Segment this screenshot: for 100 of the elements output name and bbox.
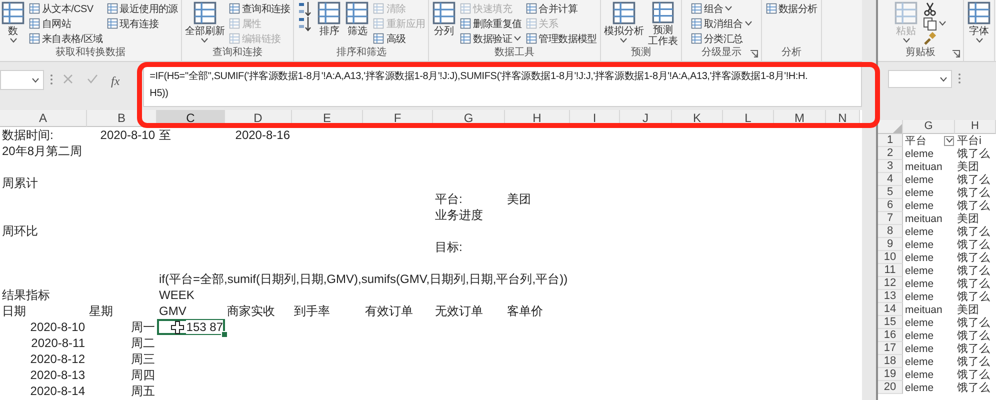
table-cell: meituan bbox=[905, 212, 942, 224]
table-cell: eleme bbox=[905, 174, 934, 186]
table-cell: 2020-8-11 bbox=[31, 336, 85, 350]
table-cell: 饿了么 bbox=[957, 264, 990, 276]
ribbon-button[interactable]: 来自表格/区域 bbox=[28, 31, 104, 46]
table-cell: 饿了么 bbox=[957, 356, 990, 368]
row-number[interactable]: 3 bbox=[878, 160, 903, 173]
ribbon-button[interactable]: 预测 工作表 bbox=[646, 1, 679, 47]
ribbon-button[interactable]: 排序 bbox=[316, 1, 342, 47]
table-cell: eleme bbox=[905, 330, 934, 342]
sheet-icon bbox=[228, 3, 240, 14]
table-cell: 周环比 bbox=[2, 224, 38, 238]
column-header[interactable]: A bbox=[0, 110, 87, 127]
caret-icon bbox=[10, 38, 16, 43]
selected-cell[interactable]: 153 87 bbox=[157, 319, 225, 335]
table-cell: 2020-8-13 bbox=[30, 368, 85, 382]
table-cell: 周累计 bbox=[2, 176, 38, 190]
group-label: 获取和转换数据 bbox=[55, 47, 126, 60]
row-number[interactable]: 13 bbox=[878, 290, 903, 303]
ribbon-button[interactable]: 自网站 bbox=[28, 16, 104, 31]
ribbon-button[interactable]: 最近使用的源 bbox=[106, 1, 179, 16]
ribbon-button[interactable]: 数据分析 bbox=[764, 1, 818, 16]
sheet-icon bbox=[373, 3, 384, 14]
table-cell: 目标: bbox=[435, 240, 462, 254]
row-number[interactable]: 16 bbox=[878, 329, 903, 342]
ribbon-button[interactable]: 从文本/CSV bbox=[28, 1, 104, 16]
group-label: 分级显示 bbox=[701, 47, 742, 60]
caret-icon bbox=[514, 36, 522, 41]
caret-icon bbox=[32, 78, 39, 82]
sheet-icon bbox=[106, 3, 118, 14]
caret-icon bbox=[201, 38, 208, 43]
table-cell: eleme bbox=[905, 148, 934, 160]
ribbon-button[interactable]: 管理数据模型 bbox=[524, 31, 598, 46]
row-number[interactable]: 9 bbox=[878, 238, 903, 251]
row-number[interactable]: 19 bbox=[878, 368, 903, 381]
ribbon-button[interactable]: 筛选 bbox=[344, 1, 370, 47]
column-header[interactable]: H bbox=[955, 120, 996, 134]
launcher-icon[interactable] bbox=[750, 50, 758, 58]
column-header[interactable]: G bbox=[903, 120, 955, 134]
sheet-icon bbox=[526, 18, 537, 29]
table-cell: 日期 bbox=[2, 304, 26, 318]
group-label: 查询和连接 bbox=[212, 47, 263, 60]
sheet-icon bbox=[526, 3, 537, 14]
clipboard-tool[interactable] bbox=[921, 16, 948, 31]
row-number[interactable]: 11 bbox=[878, 264, 903, 277]
table-cell: GMV bbox=[159, 304, 186, 318]
ribbon-button[interactable]: 分列 bbox=[431, 1, 458, 47]
filter-button[interactable] bbox=[944, 136, 954, 146]
table-cell: 有效订单 bbox=[365, 304, 413, 318]
table-cell: 结果指标 bbox=[2, 288, 50, 302]
row-number[interactable]: 12 bbox=[878, 277, 903, 290]
row-number[interactable]: 14 bbox=[878, 303, 903, 316]
table-cell: 数据时间: bbox=[2, 128, 54, 142]
table-cell: 20年8月第二周 bbox=[2, 144, 82, 158]
ribbon-button[interactable]: 现有连接 bbox=[106, 16, 179, 31]
ribbon-button[interactable]: 分类汇总 bbox=[690, 31, 753, 46]
row-number[interactable]: 6 bbox=[878, 199, 903, 212]
row-number[interactable]: 20 bbox=[878, 381, 903, 394]
sheet-icon bbox=[460, 3, 472, 14]
row-number[interactable]: 5 bbox=[878, 186, 903, 199]
insert-function-button[interactable]: fx bbox=[108, 72, 123, 91]
table-cell: 饿了么 bbox=[957, 330, 990, 342]
table-cell: 美团 bbox=[957, 160, 979, 172]
row-number[interactable]: 2 bbox=[878, 147, 903, 160]
formula-text: =IF(H5="全部",SUMIF('拌客源数据1-8月'!A:A,A13,'拌客源数据1-8月'!J:J),SUMIFS('拌客源数据1-8月'!J:J,'拌客源数据1-8月'!A:A,A13,'拌客源数据1-8月'!H:H. bbox=[150, 70, 808, 83]
row-number[interactable]: 4 bbox=[878, 173, 903, 186]
sheet-icon bbox=[29, 33, 40, 44]
ribbon-button[interactable]: 查询和连接 bbox=[228, 1, 292, 16]
close-icon bbox=[63, 74, 73, 84]
row-number[interactable]: 7 bbox=[878, 212, 903, 225]
ribbon-button[interactable]: 合并计算 bbox=[524, 1, 598, 16]
table-cell: 平台 bbox=[905, 134, 927, 146]
launcher-icon[interactable] bbox=[952, 50, 960, 58]
sheet-icon bbox=[228, 33, 240, 44]
table-cell: 饿了么 bbox=[957, 148, 990, 160]
sheet-icon bbox=[894, 1, 918, 25]
ribbon-button[interactable]: 数据验证 bbox=[459, 31, 523, 46]
sheet-icon bbox=[106, 18, 118, 29]
sheet-icon bbox=[228, 18, 240, 29]
ribbon-button[interactable]: 全部刷新 bbox=[184, 1, 226, 47]
group-label: 数据工具 bbox=[494, 47, 535, 60]
fill-handle[interactable] bbox=[221, 331, 228, 338]
formula-field[interactable]: =IF(H5="全部",SUMIF('拌客源数据1-8月'!A:A,A13,'拌客源数据1-8月'!J:J),SUMIFS('拌客源数据1-8月'!J:J,'拌客源数据1-8月'!A:A,A13,'拌客源数据1-8月'!H:H. H5)) bbox=[142, 64, 862, 107]
ribbon-button[interactable]: 字体 bbox=[966, 1, 992, 47]
ribbon-button[interactable]: 取消组合 bbox=[690, 16, 753, 31]
table-cell: 周三 bbox=[131, 352, 155, 366]
ribbon-button[interactable]: 高级 bbox=[372, 31, 426, 46]
ribbon-button[interactable]: 模拟分析 bbox=[602, 1, 645, 47]
row-number[interactable]: 8 bbox=[878, 225, 903, 238]
group-label: 剪贴板 bbox=[906, 47, 936, 60]
row-number[interactable]: 1 bbox=[878, 134, 903, 147]
ribbon-button[interactable]: 组合 bbox=[690, 1, 753, 16]
ribbon-button[interactable]: 数 bbox=[0, 1, 26, 47]
row-number[interactable]: 17 bbox=[878, 342, 903, 355]
table-cell: 2020-8-12 bbox=[30, 352, 85, 366]
row-number[interactable]: 15 bbox=[878, 316, 903, 329]
ribbon-button[interactable]: 删除重复值 bbox=[459, 16, 523, 31]
row-number[interactable]: 10 bbox=[878, 251, 903, 264]
table-cell: eleme bbox=[905, 238, 934, 250]
row-number[interactable]: 18 bbox=[878, 355, 903, 368]
